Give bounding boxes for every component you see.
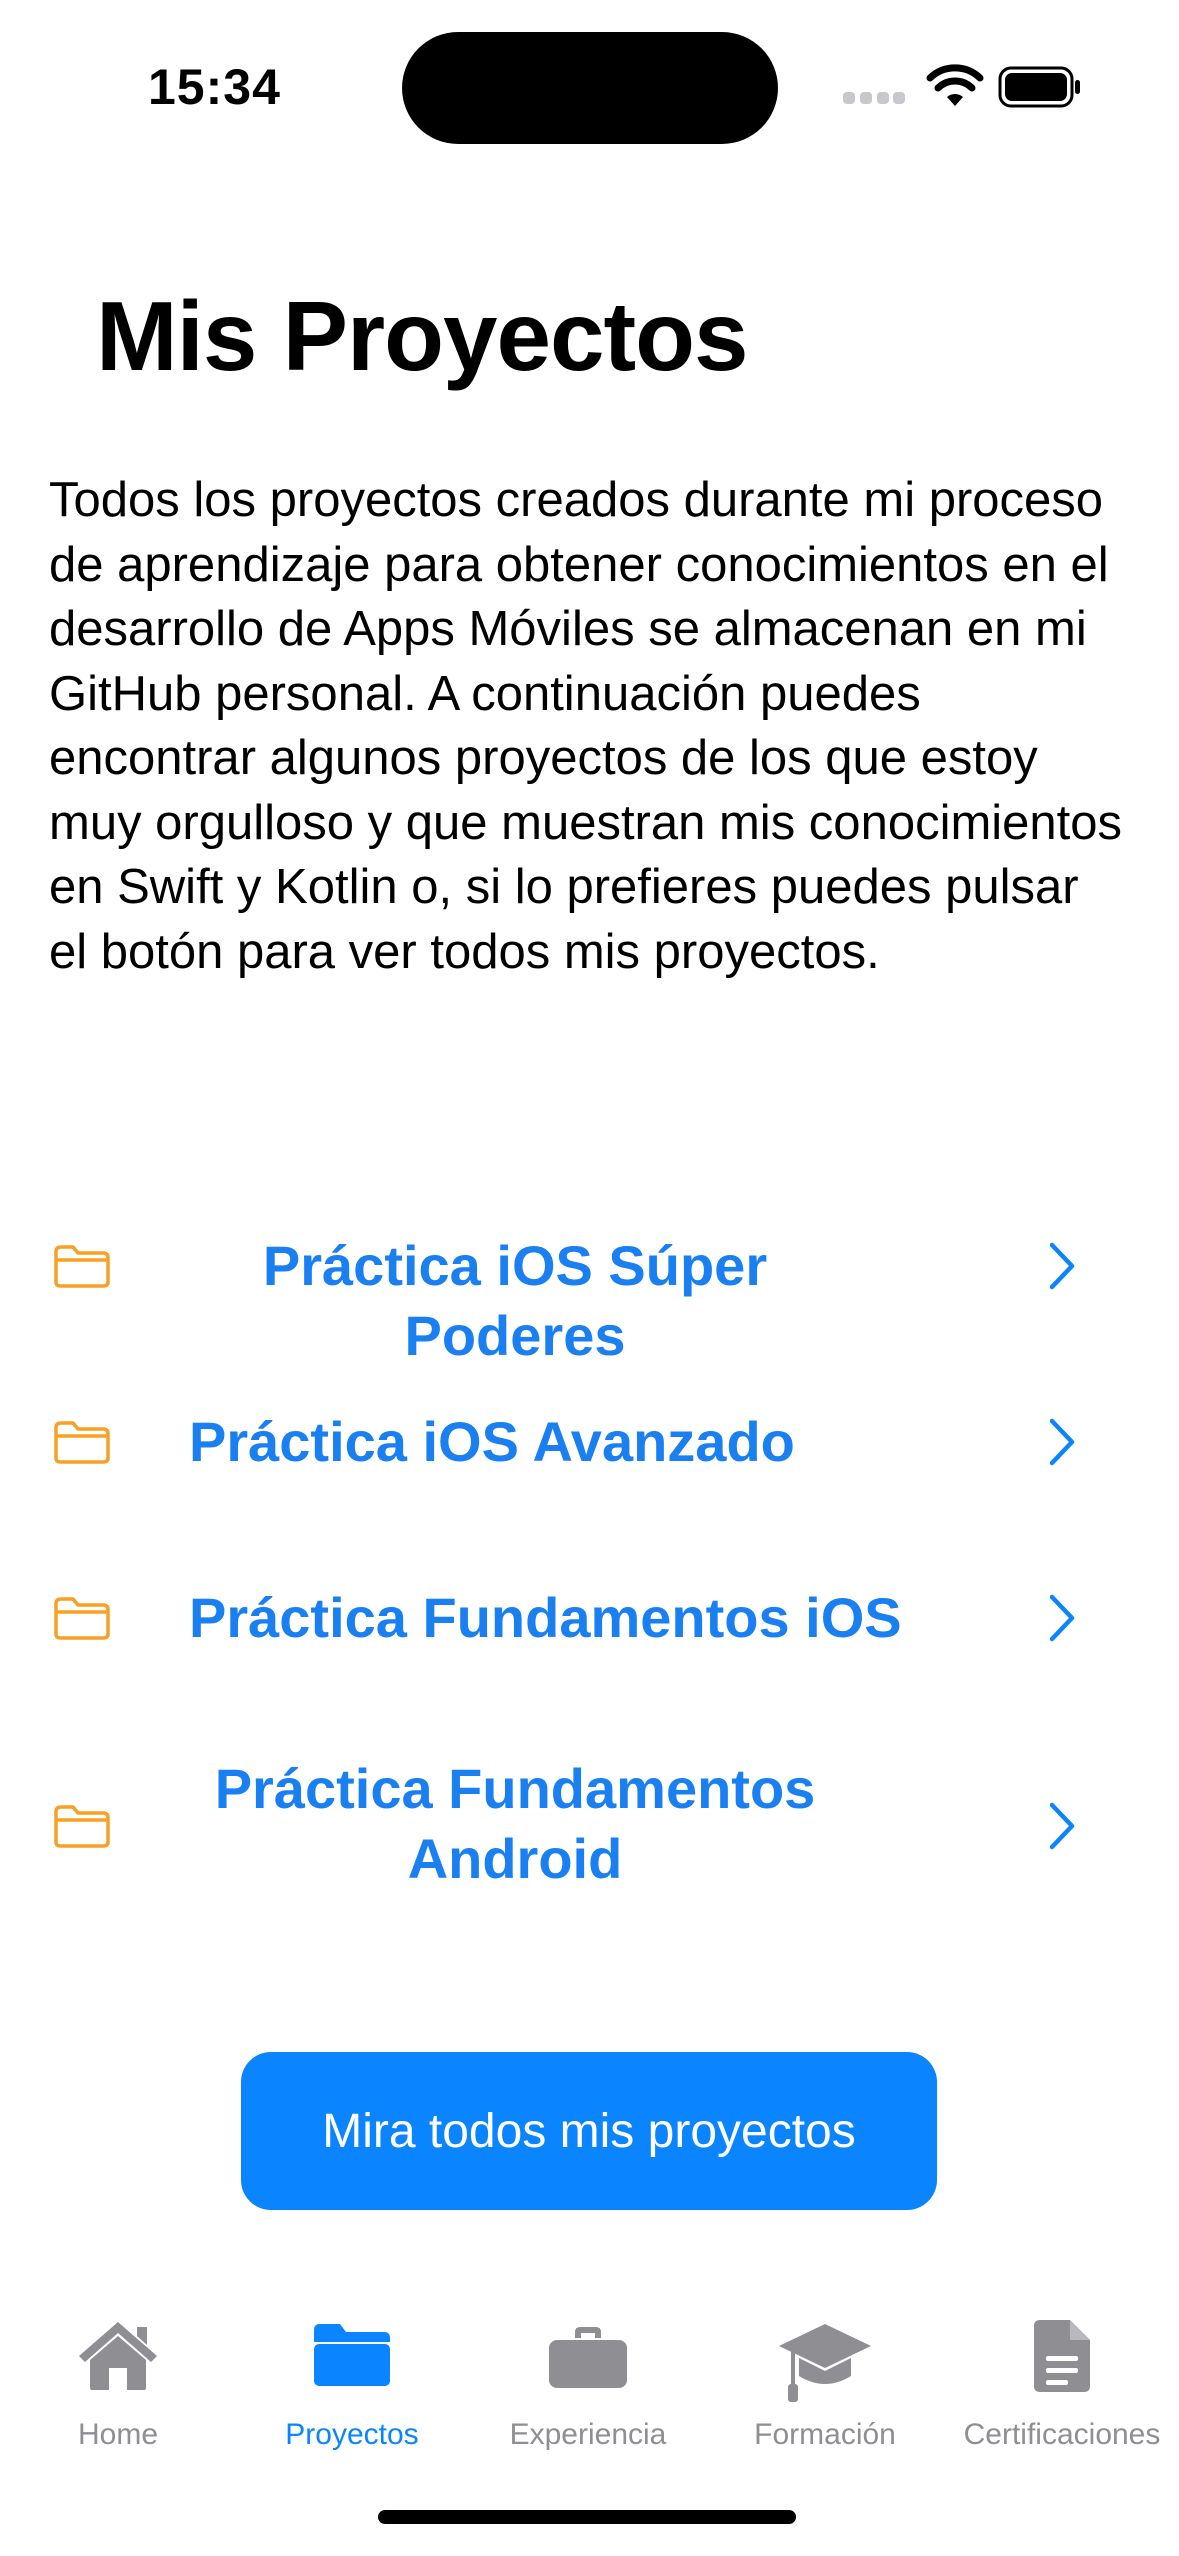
chevron-right-icon — [1049, 1802, 1075, 1850]
chevron-right-icon — [1049, 1594, 1075, 1642]
briefcase-icon — [549, 2327, 627, 2388]
tab-experiencia[interactable]: Experiencia — [470, 2318, 706, 2458]
project-row-super-poderes[interactable]: Práctica iOS Súper Poderes — [0, 1216, 1179, 1367]
tab-label: Home — [77, 2418, 159, 2451]
project-row-fundamentos-android[interactable]: Práctica Fundamentos Android — [0, 1740, 1179, 1910]
view-all-projects-button[interactable]: Mira todos mis proyectos — [241, 2052, 937, 2210]
battery-icon — [998, 66, 1080, 108]
status-time: 15:34 — [148, 59, 281, 115]
project-row-fundamentos-ios[interactable]: Práctica Fundamentos iOS — [0, 1568, 1179, 1668]
chevron-right-icon — [1049, 1418, 1075, 1466]
graduation-cap-icon — [779, 2324, 871, 2402]
project-label: Práctica Fundamentos Android — [214, 1757, 816, 1890]
chevron-right-icon — [1049, 1242, 1075, 1290]
tab-certificaciones[interactable]: Certificaciones — [944, 2318, 1179, 2458]
document-icon — [1034, 2320, 1090, 2392]
folder-icon — [314, 2324, 390, 2386]
intro-text: Todos los proyectos creados durante mi p… — [49, 473, 1123, 979]
tab-label: Proyectos — [285, 2418, 419, 2451]
folder-icon — [54, 1421, 110, 1464]
tab-home[interactable]: Home — [0, 2318, 236, 2458]
project-row-ios-avanzado[interactable]: Práctica iOS Avanzado — [0, 1392, 1179, 1492]
folder-icon — [54, 1805, 110, 1848]
tab-label: Formación — [754, 2418, 896, 2451]
project-label: Práctica iOS Avanzado — [189, 1410, 795, 1473]
folder-icon — [54, 1245, 110, 1288]
cellular-signal-icon — [843, 92, 905, 104]
tab-formacion[interactable]: Formación — [707, 2318, 943, 2458]
tab-label: Certificaciones — [963, 2418, 1161, 2451]
folder-icon — [54, 1597, 110, 1640]
page-title: Mis Proyectos — [96, 281, 748, 391]
dynamic-island — [402, 32, 778, 144]
project-label: Práctica Fundamentos iOS — [189, 1586, 902, 1649]
wifi-icon — [926, 64, 984, 106]
project-label: Práctica iOS Súper Poderes — [262, 1234, 768, 1367]
tab-proyectos[interactable]: Proyectos — [234, 2318, 470, 2458]
tab-label: Experiencia — [509, 2418, 667, 2451]
house-icon — [79, 2322, 157, 2390]
home-indicator — [378, 2510, 796, 2524]
